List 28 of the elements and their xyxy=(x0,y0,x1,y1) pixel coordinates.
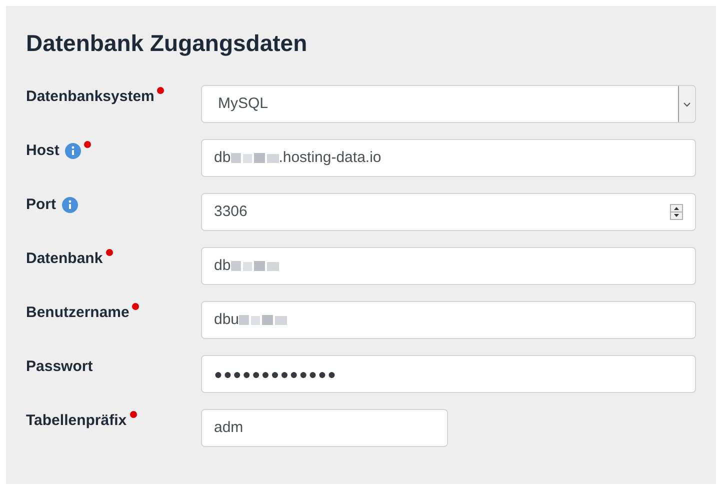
input-field[interactable]: db .hosting-data.io xyxy=(201,139,696,177)
field-value: db xyxy=(214,256,231,276)
section-title: Datenbank Zugangsdaten xyxy=(26,29,308,58)
field-value: ●●●●●●●●●●●●● xyxy=(214,364,337,384)
info-icon[interactable] xyxy=(65,143,82,159)
field-label: Passwort xyxy=(26,357,93,377)
password-field[interactable]: ●●●●●●●●●●●●● xyxy=(201,355,696,393)
field-value: .hosting-data.io xyxy=(278,148,382,168)
input-field[interactable]: adm xyxy=(201,409,448,447)
info-icon[interactable] xyxy=(62,197,78,213)
chevron-down-icon xyxy=(683,102,691,106)
spinner-icon xyxy=(670,204,683,220)
field-value: MySQL xyxy=(218,94,268,114)
dropdown-button[interactable] xyxy=(678,86,695,122)
field-label: Datenbank xyxy=(26,249,103,269)
field-label: Host xyxy=(26,141,60,161)
field-value: adm xyxy=(214,418,244,438)
field-label: Port xyxy=(26,195,56,215)
field-value: dbu xyxy=(214,310,240,330)
select-field[interactable]: MySQL xyxy=(201,85,696,123)
field-value: 3306 xyxy=(214,202,248,222)
field-label: Benutzername xyxy=(26,303,130,323)
field-label: Datenbanksystem xyxy=(26,87,154,107)
field-label: Tabellenpräfix xyxy=(26,411,127,431)
field-value: db xyxy=(214,148,231,168)
input-field[interactable]: dbu xyxy=(201,301,696,339)
input-field[interactable]: db xyxy=(201,247,696,285)
input-field[interactable]: 3306 xyxy=(201,193,696,231)
